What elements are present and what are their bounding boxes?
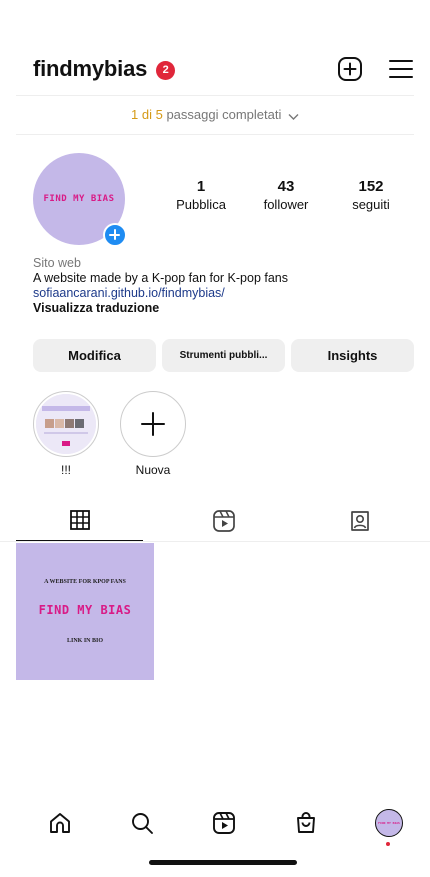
stat-followers-value: 43 [277, 178, 295, 195]
stat-posts-label: Pubblica [176, 197, 226, 212]
nav-reels[interactable] [209, 808, 239, 838]
professional-tools-button[interactable]: Strumenti pubbli... [162, 339, 285, 372]
highlight-label: !!! [60, 463, 71, 477]
post-line-3: LINK IN BIO [66, 638, 103, 644]
highlight-cover [33, 391, 99, 457]
onboarding-steps-bar[interactable]: 1 di 5 passaggi completati [16, 95, 414, 135]
new-highlight-label: Nuova [135, 463, 171, 477]
post-thumbnail[interactable]: A WEBSITE FOR KPOP FANS FIND MY BIAS LIN… [16, 543, 154, 680]
menu-icon[interactable] [388, 57, 414, 81]
profile-bio: Sito web A website made by a K-pop fan f… [33, 256, 413, 316]
stat-following-value: 152 [358, 178, 384, 195]
avatar-logo-text: FIND MY BIAS [43, 194, 115, 204]
stat-following-label: seguiti [352, 197, 390, 212]
stat-posts[interactable]: 1 Pubblica [161, 178, 241, 213]
bottom-nav: FIND MY BIAS [0, 800, 430, 850]
highlight-thumbnail [36, 394, 96, 454]
bio-link[interactable]: sofiaancarani.github.io/findmybias/ [33, 286, 413, 301]
reels-icon [212, 510, 235, 532]
nav-shop[interactable] [291, 808, 321, 838]
translate-link[interactable]: Visualizza traduzione [33, 301, 413, 316]
profile-header: findmybias 2 [0, 52, 430, 92]
nav-avatar-text: FIND MY BIAS [378, 821, 400, 825]
plus-icon [141, 412, 165, 436]
chevron-down-icon [288, 114, 299, 120]
shop-icon [297, 812, 315, 833]
active-tab-indicator [16, 540, 143, 541]
reels-icon [213, 812, 235, 834]
content-tabs [0, 500, 430, 542]
new-highlight-circle [120, 391, 186, 457]
search-icon [132, 813, 153, 834]
stat-followers[interactable]: 43 follower [246, 178, 326, 213]
stat-followers-label: follower [263, 197, 309, 212]
username-label: findmybias [33, 56, 148, 81]
post-line-1: A WEBSITE FOR KPOP FANS [44, 579, 126, 585]
add-post-icon[interactable] [337, 56, 363, 82]
nav-profile[interactable]: FIND MY BIAS [374, 808, 404, 838]
new-highlight-button[interactable]: Nuova [118, 391, 188, 477]
steps-count: 1 di 5 [131, 107, 163, 122]
tab-reels[interactable] [152, 500, 295, 542]
tagged-icon [350, 511, 369, 531]
stat-posts-value: 1 [196, 178, 206, 195]
bio-category: Sito web [33, 256, 81, 270]
profile-avatar[interactable]: FIND MY BIAS [33, 153, 127, 247]
add-story-icon[interactable] [103, 223, 127, 247]
username-switcher[interactable]: findmybias 2 [33, 56, 176, 82]
home-indicator [149, 860, 297, 865]
highlight-item[interactable]: !!! [31, 391, 101, 477]
nav-home[interactable] [45, 808, 75, 838]
insights-button[interactable]: Insights [291, 339, 414, 372]
profile-notification-dot [386, 842, 390, 846]
tab-grid[interactable] [8, 500, 151, 542]
home-icon [50, 813, 70, 833]
stat-following[interactable]: 152 seguiti [331, 178, 411, 213]
notification-badge: 2 [156, 61, 176, 80]
profile-avatar-small: FIND MY BIAS [375, 809, 403, 837]
post-line-2: FIND MY BIAS [38, 603, 132, 617]
steps-label: passaggi completati [162, 107, 282, 122]
bio-text: A website made by a K-pop fan for K-pop … [33, 271, 289, 285]
grid-icon [69, 510, 90, 530]
nav-search[interactable] [127, 808, 157, 838]
edit-profile-button[interactable]: Modifica [33, 339, 156, 372]
tab-tagged[interactable] [288, 500, 430, 542]
